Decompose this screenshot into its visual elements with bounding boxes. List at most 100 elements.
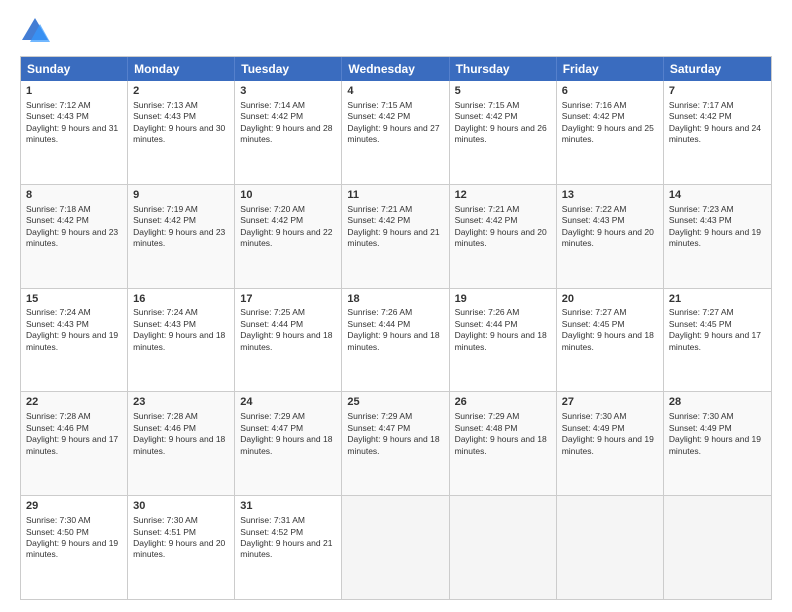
calendar-cell: 16Sunrise: 7:24 AMSunset: 4:43 PMDayligh… [128, 289, 235, 392]
daylight-label: Daylight: 9 hours and 30 minutes. [133, 123, 225, 144]
sunset-label: Sunset: 4:50 PM [26, 527, 89, 537]
day-number: 24 [240, 395, 336, 410]
sunset-label: Sunset: 4:42 PM [133, 215, 196, 225]
sunrise-label: Sunrise: 7:24 AM [26, 307, 91, 317]
calendar-cell: 7Sunrise: 7:17 AMSunset: 4:42 PMDaylight… [664, 81, 771, 184]
sunrise-label: Sunrise: 7:17 AM [669, 100, 734, 110]
calendar-cell: 13Sunrise: 7:22 AMSunset: 4:43 PMDayligh… [557, 185, 664, 288]
sunset-label: Sunset: 4:46 PM [26, 423, 89, 433]
daylight-label: Daylight: 9 hours and 18 minutes. [562, 330, 654, 351]
day-number: 7 [669, 84, 766, 99]
day-number: 2 [133, 84, 229, 99]
sunset-label: Sunset: 4:42 PM [669, 111, 732, 121]
sunrise-label: Sunrise: 7:30 AM [669, 411, 734, 421]
sunset-label: Sunset: 4:49 PM [562, 423, 625, 433]
calendar-cell: 8Sunrise: 7:18 AMSunset: 4:42 PMDaylight… [21, 185, 128, 288]
calendar-cell [342, 496, 449, 599]
calendar-cell: 31Sunrise: 7:31 AMSunset: 4:52 PMDayligh… [235, 496, 342, 599]
sunrise-label: Sunrise: 7:24 AM [133, 307, 198, 317]
calendar-cell: 1Sunrise: 7:12 AMSunset: 4:43 PMDaylight… [21, 81, 128, 184]
daylight-label: Daylight: 9 hours and 26 minutes. [455, 123, 547, 144]
daylight-label: Daylight: 9 hours and 17 minutes. [26, 434, 118, 455]
sunset-label: Sunset: 4:43 PM [133, 111, 196, 121]
daylight-label: Daylight: 9 hours and 28 minutes. [240, 123, 332, 144]
page: SundayMondayTuesdayWednesdayThursdayFrid… [0, 0, 792, 612]
sunset-label: Sunset: 4:42 PM [26, 215, 89, 225]
calendar-cell: 24Sunrise: 7:29 AMSunset: 4:47 PMDayligh… [235, 392, 342, 495]
calendar-cell: 2Sunrise: 7:13 AMSunset: 4:43 PMDaylight… [128, 81, 235, 184]
day-number: 23 [133, 395, 229, 410]
calendar-cell: 10Sunrise: 7:20 AMSunset: 4:42 PMDayligh… [235, 185, 342, 288]
calendar-week-5: 29Sunrise: 7:30 AMSunset: 4:50 PMDayligh… [21, 496, 771, 599]
sunset-label: Sunset: 4:44 PM [455, 319, 518, 329]
sunset-label: Sunset: 4:43 PM [133, 319, 196, 329]
daylight-label: Daylight: 9 hours and 18 minutes. [455, 434, 547, 455]
sunrise-label: Sunrise: 7:15 AM [347, 100, 412, 110]
calendar-cell: 18Sunrise: 7:26 AMSunset: 4:44 PMDayligh… [342, 289, 449, 392]
sunrise-label: Sunrise: 7:16 AM [562, 100, 627, 110]
daylight-label: Daylight: 9 hours and 18 minutes. [240, 434, 332, 455]
sunset-label: Sunset: 4:43 PM [669, 215, 732, 225]
calendar-cell: 11Sunrise: 7:21 AMSunset: 4:42 PMDayligh… [342, 185, 449, 288]
sunrise-label: Sunrise: 7:26 AM [347, 307, 412, 317]
calendar-cell [664, 496, 771, 599]
daylight-label: Daylight: 9 hours and 19 minutes. [669, 227, 761, 248]
sunset-label: Sunset: 4:42 PM [347, 111, 410, 121]
sunset-label: Sunset: 4:42 PM [240, 215, 303, 225]
sunrise-label: Sunrise: 7:14 AM [240, 100, 305, 110]
day-number: 16 [133, 292, 229, 307]
sunset-label: Sunset: 4:43 PM [26, 111, 89, 121]
logo [20, 16, 54, 46]
header-day-friday: Friday [557, 57, 664, 81]
logo-icon [20, 16, 50, 46]
day-number: 29 [26, 499, 122, 514]
daylight-label: Daylight: 9 hours and 21 minutes. [347, 227, 439, 248]
sunset-label: Sunset: 4:45 PM [669, 319, 732, 329]
daylight-label: Daylight: 9 hours and 18 minutes. [347, 434, 439, 455]
sunrise-label: Sunrise: 7:12 AM [26, 100, 91, 110]
day-number: 4 [347, 84, 443, 99]
sunrise-label: Sunrise: 7:30 AM [26, 515, 91, 525]
daylight-label: Daylight: 9 hours and 25 minutes. [562, 123, 654, 144]
sunrise-label: Sunrise: 7:21 AM [455, 204, 520, 214]
header-day-sunday: Sunday [21, 57, 128, 81]
day-number: 12 [455, 188, 551, 203]
calendar-cell: 14Sunrise: 7:23 AMSunset: 4:43 PMDayligh… [664, 185, 771, 288]
calendar-cell: 30Sunrise: 7:30 AMSunset: 4:51 PMDayligh… [128, 496, 235, 599]
daylight-label: Daylight: 9 hours and 27 minutes. [347, 123, 439, 144]
calendar-cell: 5Sunrise: 7:15 AMSunset: 4:42 PMDaylight… [450, 81, 557, 184]
sunset-label: Sunset: 4:42 PM [347, 215, 410, 225]
calendar-cell: 27Sunrise: 7:30 AMSunset: 4:49 PMDayligh… [557, 392, 664, 495]
sunset-label: Sunset: 4:47 PM [240, 423, 303, 433]
calendar-cell: 22Sunrise: 7:28 AMSunset: 4:46 PMDayligh… [21, 392, 128, 495]
sunrise-label: Sunrise: 7:27 AM [562, 307, 627, 317]
daylight-label: Daylight: 9 hours and 18 minutes. [455, 330, 547, 351]
sunrise-label: Sunrise: 7:26 AM [455, 307, 520, 317]
sunset-label: Sunset: 4:42 PM [455, 215, 518, 225]
calendar-week-4: 22Sunrise: 7:28 AMSunset: 4:46 PMDayligh… [21, 392, 771, 496]
day-number: 13 [562, 188, 658, 203]
sunrise-label: Sunrise: 7:18 AM [26, 204, 91, 214]
calendar-cell: 15Sunrise: 7:24 AMSunset: 4:43 PMDayligh… [21, 289, 128, 392]
sunrise-label: Sunrise: 7:21 AM [347, 204, 412, 214]
calendar-week-1: 1Sunrise: 7:12 AMSunset: 4:43 PMDaylight… [21, 81, 771, 185]
calendar-cell [557, 496, 664, 599]
daylight-label: Daylight: 9 hours and 19 minutes. [26, 538, 118, 559]
sunset-label: Sunset: 4:52 PM [240, 527, 303, 537]
day-number: 27 [562, 395, 658, 410]
daylight-label: Daylight: 9 hours and 21 minutes. [240, 538, 332, 559]
sunrise-label: Sunrise: 7:20 AM [240, 204, 305, 214]
day-number: 31 [240, 499, 336, 514]
calendar-cell: 17Sunrise: 7:25 AMSunset: 4:44 PMDayligh… [235, 289, 342, 392]
day-number: 30 [133, 499, 229, 514]
day-number: 26 [455, 395, 551, 410]
calendar-cell: 23Sunrise: 7:28 AMSunset: 4:46 PMDayligh… [128, 392, 235, 495]
day-number: 15 [26, 292, 122, 307]
calendar-cell: 3Sunrise: 7:14 AMSunset: 4:42 PMDaylight… [235, 81, 342, 184]
calendar-cell: 21Sunrise: 7:27 AMSunset: 4:45 PMDayligh… [664, 289, 771, 392]
day-number: 17 [240, 292, 336, 307]
calendar-cell: 29Sunrise: 7:30 AM Sunset: 4:50 PMDayligh… [21, 496, 128, 599]
calendar-cell: 9Sunrise: 7:19 AMSunset: 4:42 PMDaylight… [128, 185, 235, 288]
day-number: 18 [347, 292, 443, 307]
calendar: SundayMondayTuesdayWednesdayThursdayFrid… [20, 56, 772, 600]
